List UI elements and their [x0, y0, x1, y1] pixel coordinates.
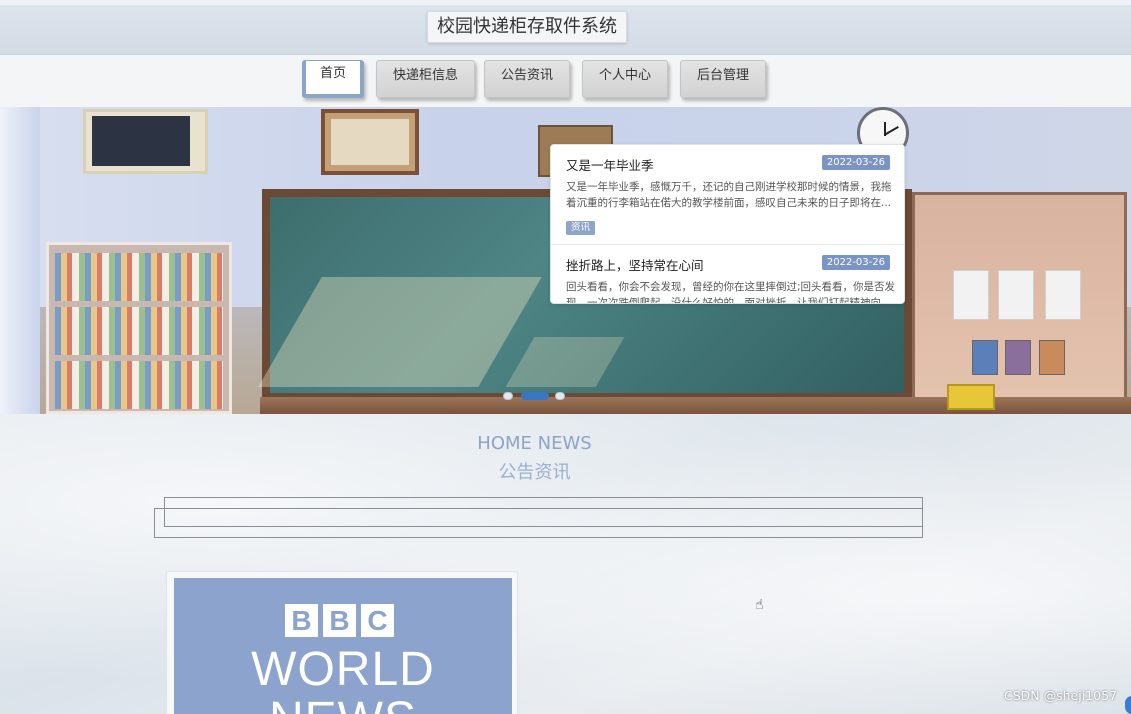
carousel-dot[interactable] — [503, 392, 513, 400]
window-light — [0, 107, 40, 414]
news-summary: 又是一年毕业季，感慨万千，还记的自己刚进学校那时候的情景，我拖着沉重的行李箱站在… — [566, 181, 892, 209]
chalk-ledge — [260, 397, 1131, 414]
nav-item-locker-info[interactable]: 快递柜信息 — [376, 60, 475, 98]
nav-item-announcements[interactable]: 公告资讯 — [484, 60, 570, 98]
hand-cursor-icon: ☝ — [755, 597, 764, 613]
news-tag[interactable]: 资讯 — [566, 221, 596, 235]
news-date-badge: 2022-03-26 — [821, 255, 890, 270]
nav-item-admin[interactable]: 后台管理 — [680, 60, 766, 98]
logo-text-world: WORLD — [251, 643, 435, 696]
tv-illustration — [83, 109, 208, 174]
news-item[interactable]: 又是一年毕业季 2022-03-26 又是一年毕业季，感慨万千，还记的自己刚进学… — [551, 145, 904, 245]
site-title: 校园快递柜存取件系统 — [427, 11, 627, 43]
news-title[interactable]: 挫折路上，坚持常在心间 — [566, 255, 704, 274]
title-bar: 校园快递柜存取件系统 — [0, 5, 1131, 55]
carousel-dot[interactable] — [555, 392, 565, 400]
news-title[interactable]: 又是一年毕业季 — [566, 155, 654, 174]
logo-text-news: NEWS — [174, 692, 512, 714]
logo-block: B — [323, 604, 356, 637]
watermark: CSDN @sheji1057 — [1004, 688, 1117, 703]
logo-block: C — [361, 604, 394, 637]
main-nav: 首页 快递柜信息 公告资讯 个人中心 后台管理 — [0, 55, 1131, 107]
corkboard-illustration — [912, 192, 1127, 402]
nav-item-personal-center[interactable]: 个人中心 — [582, 60, 668, 98]
section-title-cn: 公告资讯 — [498, 462, 571, 483]
section-title-en: HOME NEWS — [477, 433, 592, 454]
news-section: HOME NEWS 公告资讯 B B C WORLD NEWS — [0, 414, 1131, 714]
news-feature-image[interactable]: B B C WORLD NEWS — [166, 571, 518, 714]
wall-frame-illustration — [321, 109, 419, 175]
carousel-indicators — [503, 390, 567, 402]
carousel-dot-active[interactable] — [521, 392, 549, 400]
news-item[interactable]: 挫折路上，坚持常在心间 2022-03-26 回头看看，你会不会发现，曾经的你在… — [551, 245, 904, 304]
news-date-badge: 2022-03-26 — [821, 155, 890, 170]
decorative-box — [154, 508, 923, 538]
bbc-world-news-logo: B B C WORLD NEWS — [174, 578, 512, 714]
bookshelf-illustration — [46, 242, 232, 414]
logo-block: B — [285, 604, 318, 637]
news-summary: 回头看看，你会不会发现，曾经的你在这里摔倒过;回头看看，你是否发现，一次次跌倒爬… — [566, 281, 896, 304]
floating-action-icon[interactable] — [1125, 696, 1131, 714]
nav-item-home[interactable]: 首页 — [302, 60, 364, 98]
news-list: 又是一年毕业季 2022-03-26 又是一年毕业季，感慨万千，还记的自己刚进学… — [550, 144, 905, 304]
yellow-box-illustration — [947, 384, 995, 410]
